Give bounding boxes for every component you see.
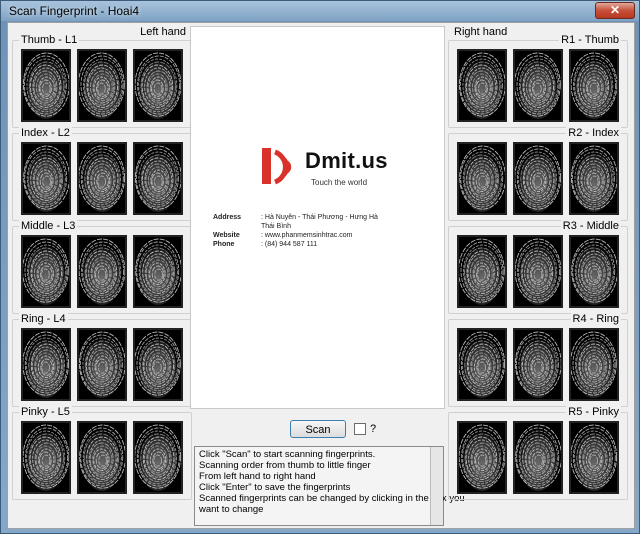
right-fingerprint-box[interactable] [569, 328, 619, 401]
right-fingerprint-box[interactable] [457, 328, 507, 401]
instructions-box[interactable]: Click "Scan" to start scanning fingerpri… [194, 446, 465, 526]
dmit-logo-icon [262, 148, 292, 185]
left-fingerprint-box[interactable] [133, 421, 183, 494]
right-finger-group: R2 - Index [448, 127, 628, 221]
address-value-2: Thái Bình [261, 223, 291, 230]
left-fingerprint-box[interactable] [77, 49, 127, 122]
instruction-line: Scanned fingerprints can be changed by c… [199, 493, 465, 504]
left-finger-label: Pinky - L5 [19, 406, 72, 418]
right-finger-group: R4 - Ring [448, 313, 628, 407]
address-value: : Hà Nuyên - Thái Phương - Hưng Hà [261, 214, 378, 221]
right-fingerprint-box[interactable] [513, 49, 563, 122]
right-finger-label: R2 - Index [566, 127, 621, 139]
right-fingerprint-box[interactable] [457, 49, 507, 122]
right-fingerprint-box[interactable] [457, 142, 507, 215]
left-finger-label: Index - L2 [19, 127, 72, 139]
client-area: Left hand Thumb - L1 Index - L2 Middle -… [7, 22, 635, 529]
left-fingerprint-box[interactable] [77, 142, 127, 215]
right-finger-label: R3 - Middle [560, 220, 621, 232]
right-finger-group: R1 - Thumb [448, 34, 628, 128]
left-hand-caption: Left hand [140, 26, 186, 38]
right-fingerprint-box[interactable] [569, 235, 619, 308]
window-title: Scan Fingerprint - Hoai4 [9, 4, 140, 18]
left-fingerprint-box[interactable] [77, 421, 127, 494]
left-fingerprint-box[interactable] [133, 49, 183, 122]
instruction-line: Click "Enter" to save the fingerprints [199, 482, 351, 493]
left-finger-label: Thumb - L1 [19, 34, 80, 46]
right-finger-label: R4 - Ring [570, 313, 621, 325]
left-fingerprint-box[interactable] [21, 49, 71, 122]
left-fingerprint-box[interactable] [133, 235, 183, 308]
website-value: : www.phanmemsinhtrac.com [261, 232, 353, 239]
right-finger-group: R5 - Pinky [448, 406, 628, 500]
logo-panel: Dmit.us Touch the world Address : Hà Nuy… [190, 26, 445, 409]
left-fingerprint-box[interactable] [133, 142, 183, 215]
help-checkbox[interactable] [354, 423, 366, 435]
brand-name: Dmit.us [305, 148, 388, 173]
left-finger-label: Middle - L3 [19, 220, 78, 232]
right-hand-caption: Right hand [454, 26, 508, 38]
left-fingerprint-box[interactable] [77, 235, 127, 308]
right-fingerprint-box[interactable] [569, 142, 619, 215]
phone-label: Phone [213, 241, 235, 248]
instructions-scrollbar[interactable] [430, 447, 443, 525]
left-hand-panel: Left hand Thumb - L1 Index - L2 Middle -… [12, 23, 196, 528]
right-fingerprint-box[interactable] [513, 142, 563, 215]
instruction-line: Scanning order from thumb to little fing… [199, 460, 371, 471]
left-fingerprint-box[interactable] [77, 328, 127, 401]
title-bar[interactable]: Scan Fingerprint - Hoai4 ✕ [1, 1, 639, 21]
left-fingerprint-box[interactable] [21, 328, 71, 401]
instruction-line: From left hand to right hand [199, 471, 316, 482]
close-button[interactable]: ✕ [595, 2, 635, 19]
phone-value: : (84) 944 587 111 [261, 241, 318, 248]
left-finger-group: Pinky - L5 [12, 406, 192, 500]
right-fingerprint-box[interactable] [513, 328, 563, 401]
right-finger-group: R3 - Middle [448, 220, 628, 314]
right-fingerprint-box[interactable] [513, 235, 563, 308]
right-fingerprint-box[interactable] [457, 421, 507, 494]
left-fingerprint-box[interactable] [21, 142, 71, 215]
left-fingerprint-box[interactable] [21, 421, 71, 494]
website-label: Website [213, 232, 240, 239]
left-finger-group: Ring - L4 [12, 313, 192, 407]
contact-info: Address : Hà Nuyên - Thái Phương - Hưng … [213, 213, 391, 249]
right-finger-label: R5 - Pinky [566, 406, 621, 418]
right-fingerprint-box[interactable] [513, 421, 563, 494]
right-fingerprint-box[interactable] [569, 49, 619, 122]
right-fingerprint-box[interactable] [569, 421, 619, 494]
instruction-line: Click "Scan" to start scanning fingerpri… [199, 449, 376, 460]
left-finger-group: Middle - L3 [12, 220, 192, 314]
right-hand-panel: Right hand R1 - Thumb R2 - Index R3 - Mi… [448, 23, 632, 528]
left-finger-group: Index - L2 [12, 127, 192, 221]
left-finger-group: Thumb - L1 [12, 34, 192, 128]
brand-tagline: Touch the world [311, 178, 368, 187]
scan-button[interactable]: Scan [290, 420, 346, 438]
address-label: Address [213, 214, 242, 221]
left-finger-label: Ring - L4 [19, 313, 68, 325]
right-finger-label: R1 - Thumb [559, 34, 621, 46]
instruction-line: want to change [199, 504, 264, 515]
left-fingerprint-box[interactable] [21, 235, 71, 308]
scan-fingerprint-window: Scan Fingerprint - Hoai4 ✕ Left hand Thu… [0, 0, 640, 534]
help-label: ? [370, 423, 377, 435]
right-fingerprint-box[interactable] [457, 235, 507, 308]
left-fingerprint-box[interactable] [133, 328, 183, 401]
